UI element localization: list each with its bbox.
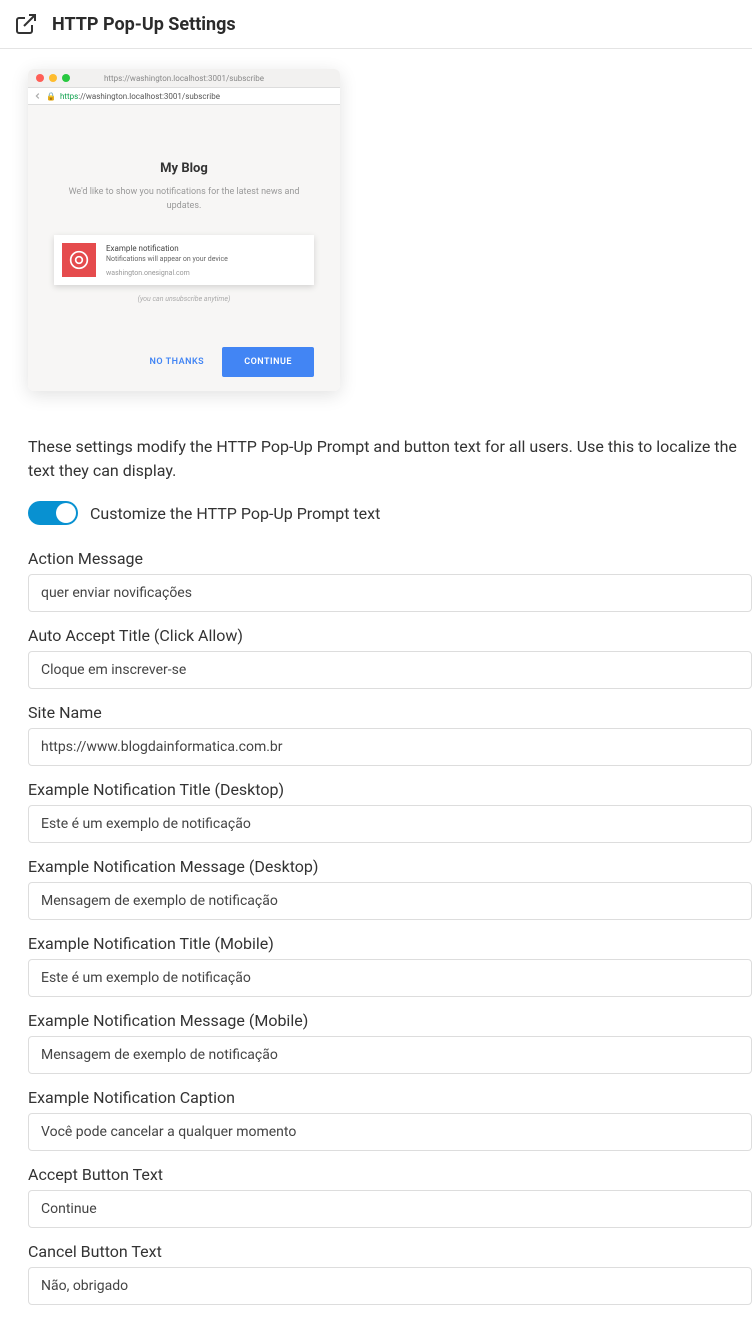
- site-name-input[interactable]: [28, 728, 752, 766]
- auto-accept-label: Auto Accept Title (Click Allow): [28, 626, 752, 645]
- lock-icon: 🔒: [46, 92, 56, 101]
- ex-title-mobile-label: Example Notification Title (Mobile): [28, 934, 752, 953]
- preview-notification-card: Example notification Notifications will …: [54, 235, 314, 285]
- cancel-btn-label: Cancel Button Text: [28, 1242, 752, 1261]
- preview-unsubscribe-text: (you can unsubscribe anytime): [54, 295, 314, 303]
- back-icon: [34, 92, 42, 100]
- section-header: HTTP Pop-Up Settings: [0, 0, 752, 49]
- ex-msg-desktop-input[interactable]: [28, 882, 752, 920]
- preview-notif-domain: washington.onesignal.com: [106, 269, 228, 277]
- ex-title-desktop-label: Example Notification Title (Desktop): [28, 780, 752, 799]
- ex-msg-desktop-label: Example Notification Message (Desktop): [28, 857, 752, 876]
- preview-nothanks-button: NO THANKS: [150, 357, 205, 367]
- preview-continue-button: CONTINUE: [222, 347, 314, 377]
- accept-btn-label: Accept Button Text: [28, 1165, 752, 1184]
- action-message-input[interactable]: [28, 574, 752, 612]
- window-title-url: https://washington.localhost:3001/subscr…: [28, 74, 340, 83]
- preview-blog-title: My Blog: [54, 161, 314, 176]
- preview-blog-message: We'd like to show you notifications for …: [54, 186, 314, 213]
- ex-title-desktop-input[interactable]: [28, 805, 752, 843]
- preview-notif-title: Example notification: [106, 244, 228, 253]
- customize-toggle[interactable]: [28, 501, 78, 525]
- ex-msg-mobile-label: Example Notification Message (Mobile): [28, 1011, 752, 1030]
- customize-toggle-label: Customize the HTTP Pop-Up Prompt text: [90, 504, 380, 523]
- page-title: HTTP Pop-Up Settings: [52, 14, 236, 35]
- ex-caption-label: Example Notification Caption: [28, 1088, 752, 1107]
- popup-preview: https://washington.localhost:3001/subscr…: [28, 69, 340, 391]
- ex-title-mobile-input[interactable]: [28, 959, 752, 997]
- action-message-label: Action Message: [28, 549, 752, 568]
- bell-icon: [62, 243, 96, 277]
- external-link-icon: [14, 12, 38, 36]
- accept-btn-input[interactable]: [28, 1190, 752, 1228]
- auto-accept-input[interactable]: [28, 651, 752, 689]
- browser-top-chrome: https://washington.localhost:3001/subscr…: [28, 69, 340, 87]
- settings-description: These settings modify the HTTP Pop-Up Pr…: [28, 435, 752, 483]
- ex-msg-mobile-input[interactable]: [28, 1036, 752, 1074]
- site-name-label: Site Name: [28, 703, 752, 722]
- address-text: https://washington.localhost:3001/subscr…: [60, 92, 220, 101]
- ex-caption-input[interactable]: [28, 1113, 752, 1151]
- preview-notif-message: Notifications will appear on your device: [106, 255, 228, 263]
- address-bar: 🔒 https://washington.localhost:3001/subs…: [28, 87, 340, 105]
- cancel-btn-input[interactable]: [28, 1267, 752, 1305]
- preview-body: My Blog We'd like to show you notificati…: [28, 105, 340, 391]
